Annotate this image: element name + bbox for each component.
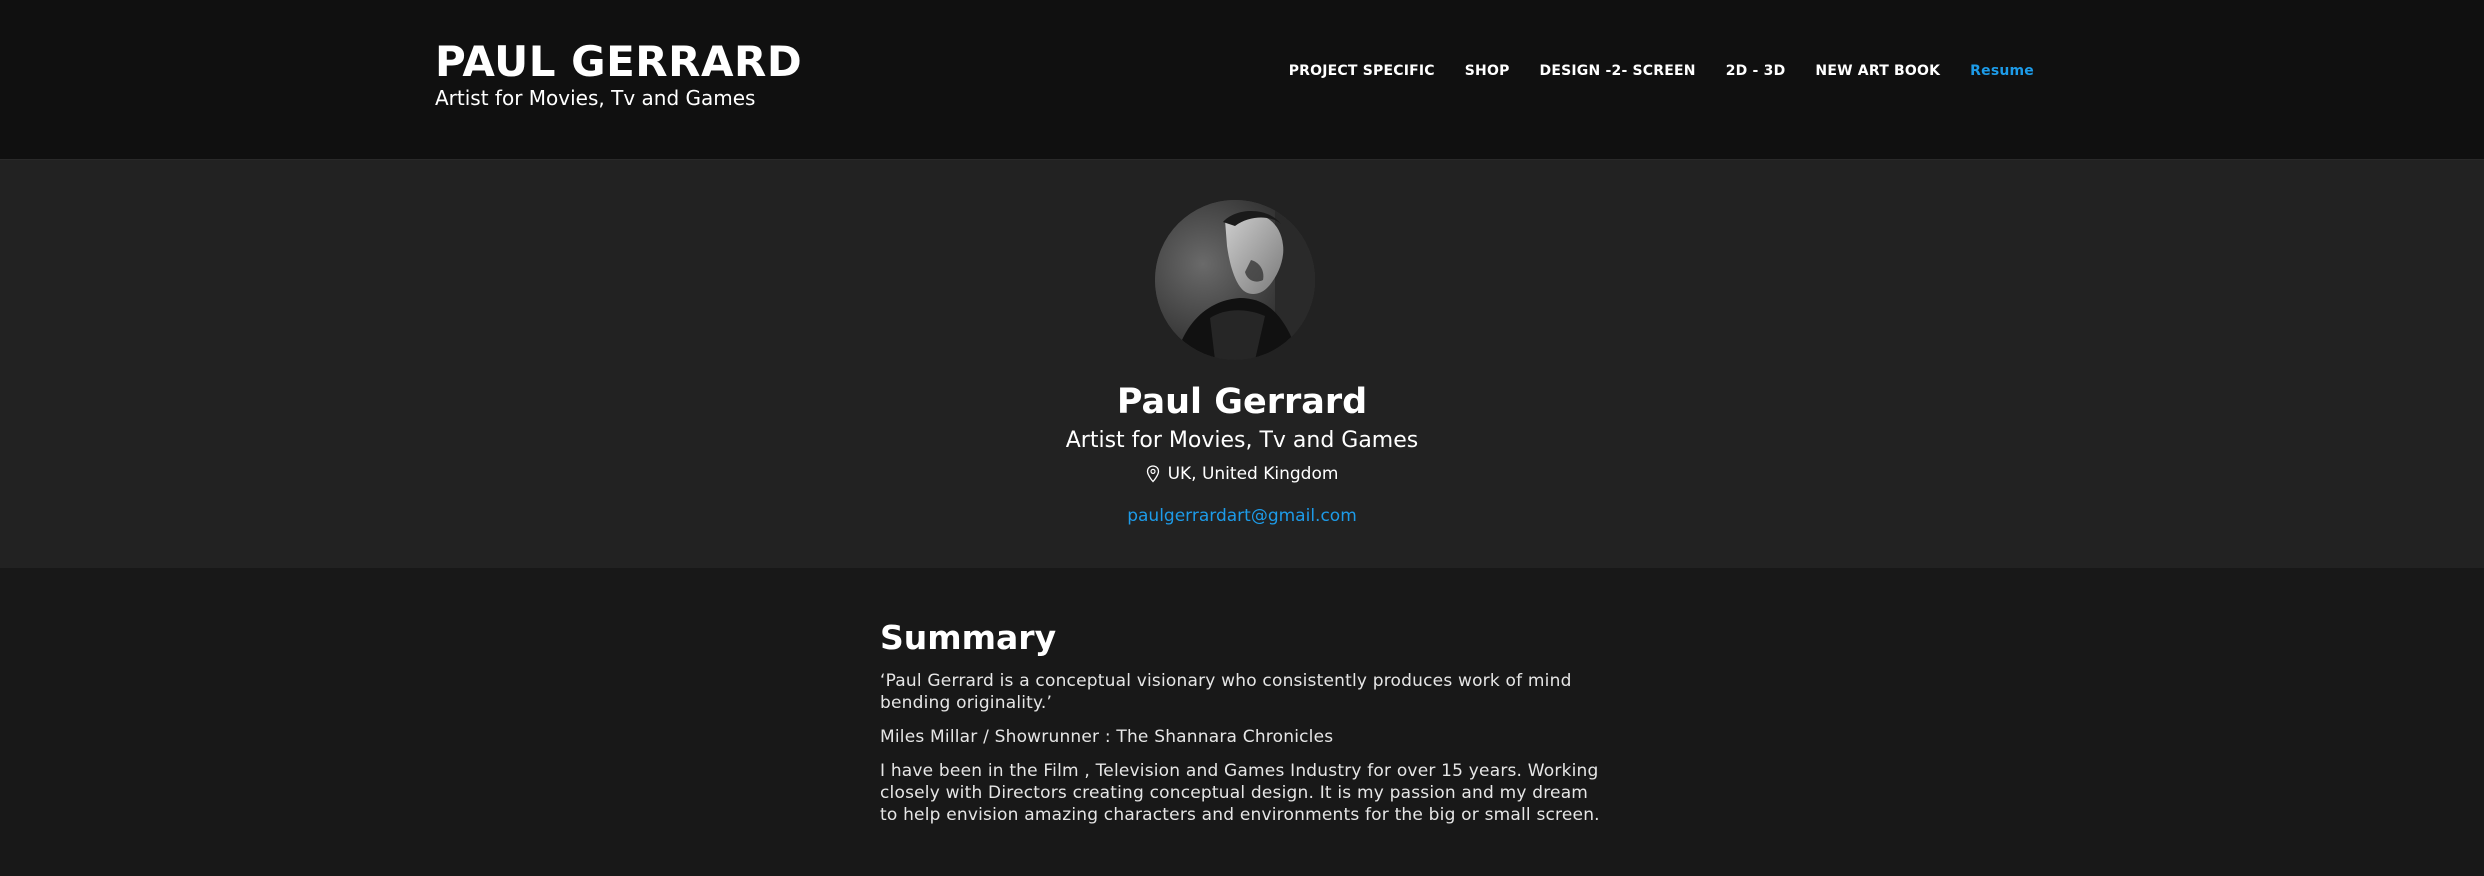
- map-pin-icon: [1146, 465, 1159, 483]
- summary-attribution: Miles Millar / Showrunner : The Shannara…: [880, 727, 1334, 747]
- summary-quote: ‘Paul Gerrard is a conceptual visionary …: [880, 671, 1572, 713]
- avatar: [1155, 200, 1315, 360]
- nav-design-2-screen[interactable]: DESIGN -2- SCREEN: [1540, 63, 1696, 79]
- nav-resume[interactable]: Resume: [1970, 63, 2034, 79]
- location-text: UK, United Kingdom: [1167, 464, 1339, 484]
- profile-section: Paul Gerrard Artist for Movies, Tv and G…: [0, 160, 2484, 568]
- nav-shop[interactable]: SHOP: [1465, 63, 1510, 79]
- summary-heading: Summary: [880, 618, 1057, 657]
- site-header: PAUL GERRARD Artist for Movies, Tv and G…: [0, 0, 2484, 160]
- nav-project-specific[interactable]: PROJECT SPECIFIC: [1289, 63, 1435, 79]
- avatar-photo: [1155, 200, 1315, 360]
- email-link[interactable]: paulgerrardart@gmail.com: [0, 504, 2484, 528]
- profile-name: Paul Gerrard: [1116, 382, 1368, 422]
- summary-section: Summary ‘Paul Gerrard is a conceptual vi…: [880, 616, 1600, 838]
- nav-new-art-book[interactable]: NEW ART BOOK: [1815, 63, 1940, 79]
- profile-role: Artist for Movies, Tv and Games: [1065, 428, 1419, 453]
- main-nav: PROJECT SPECIFIC SHOP DESIGN -2- SCREEN …: [1289, 63, 2034, 79]
- brand[interactable]: PAUL GERRARD Artist for Movies, Tv and G…: [435, 38, 802, 111]
- site-tagline: Artist for Movies, Tv and Games: [435, 86, 756, 110]
- nav-2d-3d[interactable]: 2D - 3D: [1726, 63, 1786, 79]
- profile-location: UK, United Kingdom: [0, 462, 2484, 486]
- site-title[interactable]: PAUL GERRARD: [435, 38, 802, 86]
- summary-bio: I have been in the Film , Television and…: [880, 761, 1600, 825]
